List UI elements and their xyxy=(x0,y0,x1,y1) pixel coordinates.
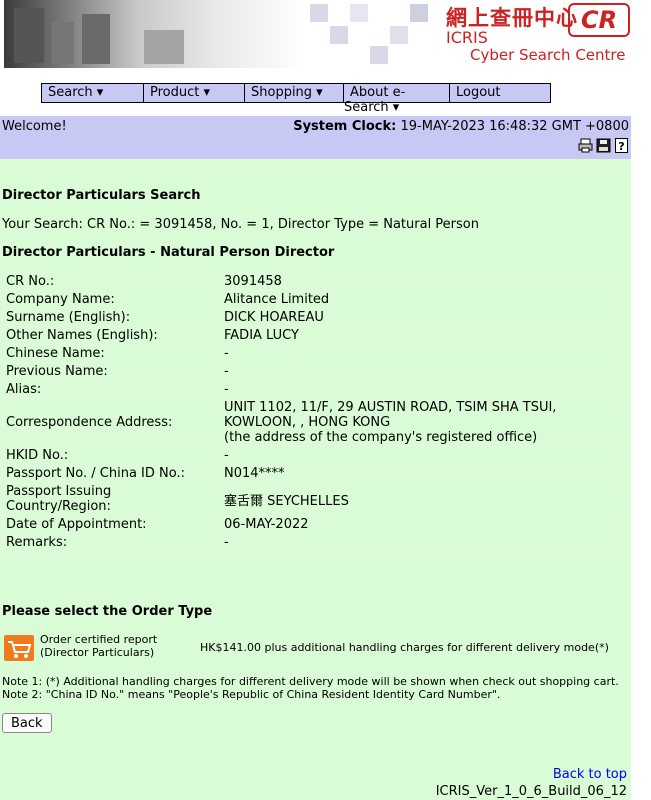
row-label: Correspondence Address: xyxy=(2,398,221,447)
table-row: Remarks: - xyxy=(2,533,622,552)
table-row: Surname (English): DICK HOAREAU xyxy=(2,308,622,327)
menu-product[interactable]: Product ▾ xyxy=(144,84,245,102)
row-value-line: (the address of the company's registered… xyxy=(224,430,538,445)
row-value-line: Alitance Limited xyxy=(224,292,330,307)
row-value-line: UNIT 1102, 11/F, 29 AUSTIN ROAD, TSIM SH… xyxy=(224,400,557,415)
save-icon[interactable] xyxy=(596,138,611,153)
order-label-line1: Order certified report xyxy=(40,633,158,646)
print-icon[interactable] xyxy=(578,138,593,153)
order-certified-report-link[interactable]: Order certified report (Director Particu… xyxy=(40,633,157,659)
row-value-line: 塞舌爾 SEYCHELLES xyxy=(224,493,349,509)
row-label: Chinese Name: xyxy=(2,344,221,363)
back-to-top-link[interactable]: Back to top xyxy=(553,767,627,782)
row-label: Passport No. / China ID No.: xyxy=(2,464,221,483)
row-value-line: FADIA LUCY xyxy=(224,328,299,343)
row-label: Passport Issuing Country/Region: xyxy=(2,482,221,516)
menu-logout[interactable]: Logout xyxy=(450,84,550,102)
row-value-line: DICK HOAREAU xyxy=(224,310,324,325)
main-content: Director Particulars Search Your Search:… xyxy=(0,159,631,800)
order-price: HK$141.00 plus additional handling charg… xyxy=(200,641,609,654)
main-menu-bar: Search ▾ Product ▾ Shopping ▾ About e- L… xyxy=(41,83,551,103)
back-button[interactable]: Back xyxy=(2,713,52,733)
row-value-line: - xyxy=(224,535,229,550)
row-label: Surname (English): xyxy=(2,308,221,327)
table-row: Date of Appointment: 06-MAY-2022 xyxy=(2,515,622,534)
row-label: Alias: xyxy=(2,380,221,399)
row-value: - xyxy=(220,533,622,552)
welcome-bar: Welcome! System Clock: 19-MAY-2023 16:48… xyxy=(0,116,631,159)
row-value: Alitance Limited xyxy=(220,290,622,309)
row-label: Other Names (English): xyxy=(2,326,221,345)
banner: 網上查冊中心 CR ICRIS Cyber Search Centre xyxy=(0,0,651,70)
note-1: Note 1: (*) Additional handling charges … xyxy=(2,675,619,688)
row-value-line: 06-MAY-2022 xyxy=(224,517,309,532)
table-row: Alias: - xyxy=(2,380,622,399)
table-row: Chinese Name: - xyxy=(2,344,622,363)
row-value-line: - xyxy=(224,448,229,463)
system-clock: System Clock: 19-MAY-2023 16:48:32 GMT +… xyxy=(293,119,629,134)
row-value: 06-MAY-2022 xyxy=(220,515,622,534)
svg-text:?: ? xyxy=(618,140,624,153)
row-value-line: KOWLOON, , HONG KONG xyxy=(224,415,391,430)
row-value-line: - xyxy=(224,382,229,397)
welcome-text: Welcome! xyxy=(2,119,67,134)
row-value: DICK HOAREAU xyxy=(220,308,622,327)
table-row: Correspondence Address: UNIT 1102, 11/F, … xyxy=(2,398,622,447)
banner-grid-decoration xyxy=(300,0,430,68)
toolbar-icons: ? xyxy=(578,138,629,154)
banner-photo xyxy=(4,0,304,68)
row-label: Date of Appointment: xyxy=(2,515,221,534)
menu-search[interactable]: Search ▾ xyxy=(42,84,144,102)
help-icon[interactable]: ? xyxy=(614,138,629,153)
menu-shopping[interactable]: Shopping ▾ xyxy=(245,84,344,102)
section-title: Director Particulars - Natural Person Di… xyxy=(2,245,335,260)
table-row: Passport Issuing Country/Region: 塞舌爾 SEYC… xyxy=(2,482,622,516)
logo-cyber-search-centre: Cyber Search Centre xyxy=(470,46,626,64)
director-particulars-table: CR No.: 3091458 Company Name: Alitance Limi… xyxy=(2,272,622,552)
row-value: UNIT 1102, 11/F, 29 AUSTIN ROAD, TSIM SH… xyxy=(220,398,622,447)
order-type-title: Please select the Order Type xyxy=(2,604,213,619)
row-value-line: - xyxy=(224,364,229,379)
row-value: - xyxy=(220,362,622,381)
table-row: Passport No. / China ID No.: N014**** xyxy=(2,464,622,483)
table-row: Company Name: Alitance Limited xyxy=(2,290,622,309)
table-row: Previous Name: - xyxy=(2,362,622,381)
row-label: Company Name: xyxy=(2,290,221,309)
your-search-text: Your Search: CR No.: = 3091458, No. = 1,… xyxy=(2,217,479,232)
row-value: N014**** xyxy=(220,464,622,483)
row-value-line: N014**** xyxy=(224,466,285,481)
version-text: ICRIS_Ver_1_0_6_Build_06_12 xyxy=(435,784,627,799)
table-row: HKID No.: - xyxy=(2,446,622,465)
table-row: CR No.: 3091458 xyxy=(2,272,622,291)
row-label: Remarks: xyxy=(2,533,221,552)
row-value: - xyxy=(220,446,622,465)
logo-cr: CR xyxy=(568,3,630,37)
system-clock-value: 19-MAY-2023 16:48:32 GMT +0800 xyxy=(400,119,630,134)
note-2: Note 2: "China ID No." means "People's R… xyxy=(2,688,501,701)
page-title: Director Particulars Search xyxy=(2,188,201,203)
table-row: Other Names (English): FADIA LUCY xyxy=(2,326,622,345)
row-label: CR No.: xyxy=(2,272,221,291)
row-label: HKID No.: xyxy=(2,446,221,465)
row-value: 塞舌爾 SEYCHELLES xyxy=(220,482,622,516)
row-value: - xyxy=(220,344,622,363)
row-value: - xyxy=(220,380,622,399)
order-row: Order certified report (Director Particu… xyxy=(2,633,622,665)
menu-about-e-search-second-line[interactable]: Search ▾ xyxy=(344,100,399,115)
row-value: FADIA LUCY xyxy=(220,326,622,345)
row-label: Previous Name: xyxy=(2,362,221,381)
order-label-line2: (Director Particulars) xyxy=(40,646,155,659)
row-value: 3091458 xyxy=(220,272,622,291)
row-value-line: - xyxy=(224,346,229,361)
shopping-cart-icon[interactable] xyxy=(4,635,34,661)
row-value-line: 3091458 xyxy=(224,274,282,289)
system-clock-label: System Clock: xyxy=(293,119,397,134)
logo-icris: ICRIS xyxy=(446,28,488,47)
